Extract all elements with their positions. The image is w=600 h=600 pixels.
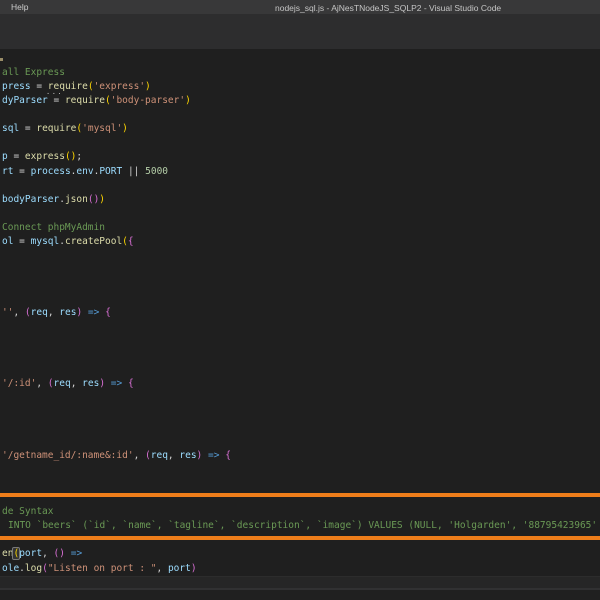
code-token: ) (191, 563, 197, 574)
code-token: = (48, 95, 65, 106)
code-line[interactable]: dyParser = require('body-parser') (2, 94, 191, 107)
code-token: port (168, 563, 191, 574)
code-token: = (8, 151, 25, 162)
code-token: res (179, 450, 196, 461)
code-line[interactable]: rt = process.env.PORT || 5000 (2, 165, 168, 178)
code-line[interactable]: INTO `beers` (`id`, `name`, `tagline`, `… (8, 519, 597, 532)
code-line[interactable]: bodyParser.json()) (2, 193, 105, 206)
code-token: Connect phpMyAdmin (2, 222, 105, 233)
code-token: PORT (99, 166, 122, 177)
code-token: = (13, 236, 30, 247)
code-token: createPool (65, 236, 122, 247)
code-token: json (65, 194, 88, 205)
code-token: => (208, 450, 219, 461)
code-token: = (13, 166, 30, 177)
code-line[interactable]: ol = mysql.createPool({ (2, 235, 134, 248)
panel-bottom (0, 590, 600, 600)
code-line[interactable]: '', (req, res) => { (2, 306, 111, 319)
code-line[interactable]: p = express(); (2, 150, 82, 163)
code-line[interactable]: sql = require('mysql') (2, 122, 128, 135)
code-token: '' (2, 307, 13, 318)
code-token: = (19, 123, 36, 134)
code-token: , (71, 378, 82, 389)
code-token: ole (2, 563, 19, 574)
code-token: rt (2, 166, 13, 177)
code-token: sql (2, 123, 19, 134)
code-token: 'body-parser' (111, 95, 185, 106)
code-line[interactable]: all Express (2, 66, 65, 79)
code-token: , (13, 307, 24, 318)
code-token: => (111, 378, 122, 389)
code-token: ) (145, 81, 151, 92)
code-token: '/getname_id/:name&:id' (2, 450, 134, 461)
code-token: , (156, 563, 167, 574)
code-token: { (128, 378, 134, 389)
code-token: mysql (31, 236, 60, 247)
code-token: 'express' (94, 81, 145, 92)
code-token: , (134, 450, 145, 461)
code-token: || (128, 166, 139, 177)
code-line[interactable]: press = require('express') (2, 80, 151, 93)
code-line[interactable]: '/getname_id/:name&:id', (req, res) => { (2, 449, 231, 462)
code-token: => (71, 548, 82, 559)
code-token: req (151, 450, 168, 461)
vscode-window: Help nodejs_sql.js - AjNesTNodeJS_SQLP2 … (0, 0, 600, 600)
code-token: port (19, 548, 42, 559)
code-token: ol (2, 236, 13, 247)
code-token: req (54, 378, 71, 389)
code-token: require (65, 95, 105, 106)
code-token: , (42, 548, 53, 559)
code-token: = (31, 81, 48, 92)
code-token: press (2, 81, 31, 92)
code-token: { (128, 236, 134, 247)
code-token: all Express (2, 67, 65, 78)
code-line[interactable]: '/:id', (req, res) => { (2, 377, 134, 390)
code-line[interactable]: de Syntax (2, 505, 53, 518)
panel-strip (0, 577, 600, 588)
code-token: require (48, 81, 88, 92)
tab-bar[interactable] (0, 14, 600, 49)
code-token: { (105, 307, 111, 318)
code-line[interactable]: ole.log("Listen on port : ", port) (2, 562, 197, 575)
code-token: bodyParser (2, 194, 59, 205)
code-token: env (76, 166, 93, 177)
code-token: process (31, 166, 71, 177)
code-token: "Listen on port : " (48, 563, 157, 574)
code-token: res (59, 307, 76, 318)
code-token: 'mysql' (82, 123, 122, 134)
editor[interactable]: ... all Expresspress = require('express'… (0, 49, 600, 576)
title-bar: Help nodejs_sql.js - AjNesTNodeJS_SQLP2 … (0, 0, 600, 14)
code-token: '/:id' (2, 378, 36, 389)
code-token: res (82, 378, 99, 389)
window-title: nodejs_sql.js - AjNesTNodeJS_SQLP2 - Vis… (275, 3, 501, 13)
code-token: log (25, 563, 42, 574)
code-token: ) (122, 123, 128, 134)
code-line[interactable]: Connect phpMyAdmin (2, 221, 105, 234)
code-token: dyParser (2, 95, 48, 106)
code-token: de Syntax (2, 506, 53, 517)
code-token: { (225, 450, 231, 461)
code-token: => (88, 307, 99, 318)
code-token: ; (76, 151, 82, 162)
code-token: 5000 (145, 166, 168, 177)
code-token: ) (99, 194, 105, 205)
code-token: , (48, 307, 59, 318)
code-token: , (36, 378, 47, 389)
code-token: , (168, 450, 179, 461)
annotation-box (0, 493, 600, 540)
code-token: require (36, 123, 76, 134)
menu-item-help[interactable]: Help (11, 2, 28, 12)
code-token: en (2, 548, 13, 559)
code-token: INTO `beers` (`id`, `name`, `tagline`, `… (8, 520, 597, 531)
clipped-glyph (0, 58, 3, 61)
code-line[interactable]: en(port, () => (2, 547, 82, 560)
code-token: req (31, 307, 48, 318)
code-token: express (25, 151, 65, 162)
code-token: () (65, 151, 76, 162)
code-token: ) (185, 95, 191, 106)
